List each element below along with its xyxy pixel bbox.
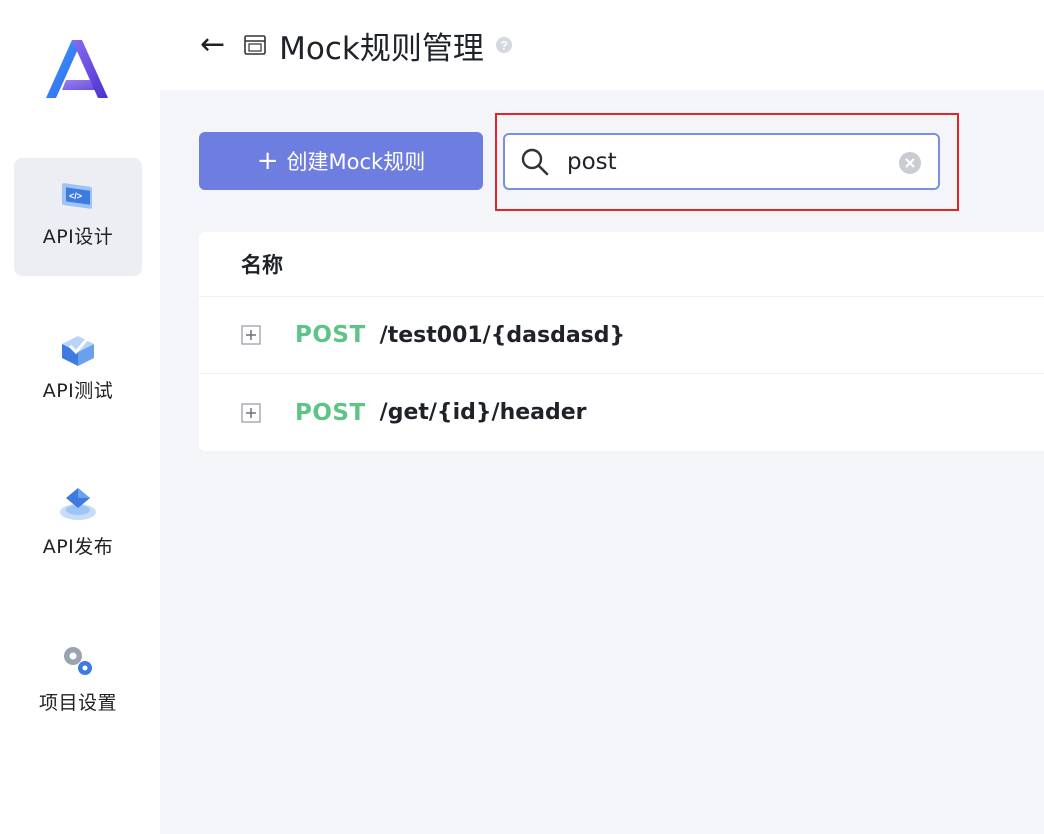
api-design-icon: </>: [62, 183, 92, 209]
sidebar-item-api-test[interactable]: API测试: [14, 312, 142, 430]
api-test-icon: [62, 336, 94, 366]
page-header: ← Mock规则管理 ?: [160, 0, 1044, 90]
sidebar-item-label: API设计: [42, 226, 114, 248]
route-path[interactable]: /get/{id}/header: [380, 400, 587, 425]
sidebar-item-label: 项目设置: [38, 692, 117, 714]
expand-icon[interactable]: [241, 325, 261, 345]
column-header-name: 名称: [241, 253, 283, 277]
search-icon: [521, 148, 549, 175]
app-logo[interactable]: [42, 36, 112, 102]
table-row[interactable]: POST /test001/{dasdasd}: [199, 297, 1044, 374]
search-input[interactable]: [567, 148, 867, 175]
create-button-label: 创建Mock规则: [286, 150, 426, 174]
sidebar-item-label: API发布: [42, 536, 114, 558]
mock-document-icon: [244, 35, 266, 55]
api-publish-icon: [60, 488, 96, 520]
svg-text:?: ?: [500, 39, 507, 53]
plus-icon: +: [256, 146, 279, 176]
sidebar-item-api-publish[interactable]: API发布: [14, 468, 142, 586]
help-icon[interactable]: ?: [494, 35, 514, 55]
create-mock-rule-button[interactable]: + 创建Mock规则: [199, 132, 483, 190]
table-row[interactable]: POST /get/{id}/header: [199, 374, 1044, 451]
sidebar-item-api-design[interactable]: </> API设计: [14, 158, 142, 276]
route-path[interactable]: /test001/{dasdasd}: [380, 323, 626, 348]
arrow-left-icon[interactable]: ←: [200, 30, 225, 60]
sidebar-item-label: API测试: [42, 380, 114, 402]
method-badge: POST: [295, 399, 366, 426]
search-box[interactable]: [503, 133, 940, 190]
clear-icon[interactable]: [898, 151, 922, 175]
svg-text:</>: </>: [69, 191, 82, 201]
method-badge: POST: [295, 322, 366, 348]
page-title: Mock规则管理: [279, 30, 484, 67]
expand-icon[interactable]: [241, 402, 261, 423]
mock-rules-table: 名称 POST /test001/{dasdasd} POST /get/{id…: [199, 232, 1044, 451]
sidebar-item-project-settings[interactable]: 项目设置: [14, 624, 142, 742]
sidebar: </> API设计 API测试 API发布 项目设置: [0, 0, 160, 834]
table-header: 名称: [199, 232, 1044, 297]
project-settings-icon: [64, 647, 92, 675]
